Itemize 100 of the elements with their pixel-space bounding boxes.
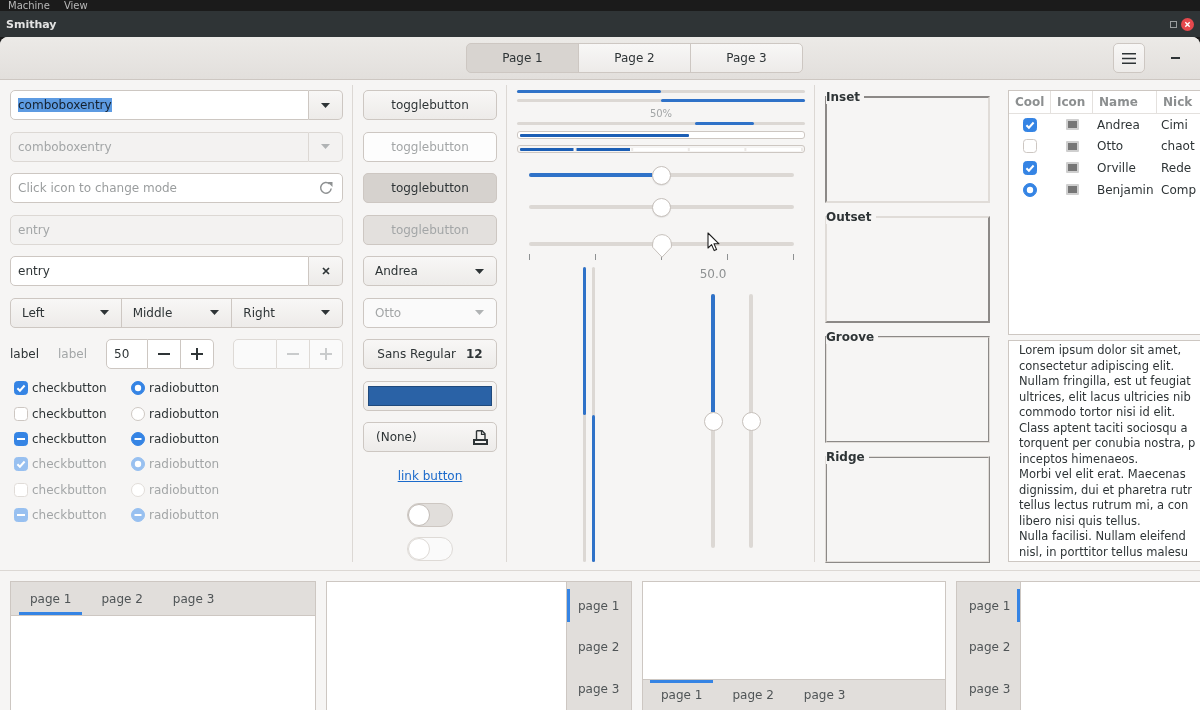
slider-thumb[interactable] (651, 234, 672, 258)
frame-label: Ridge (826, 450, 866, 464)
toggle-button[interactable]: togglebutton (363, 173, 497, 203)
slider-thumb[interactable] (652, 165, 671, 185)
decrement-button[interactable] (148, 339, 182, 369)
caret-icon (475, 268, 484, 274)
notebook-tab[interactable]: page 2 (721, 680, 785, 710)
checkbox[interactable] (1023, 139, 1037, 154)
text-line: Morbi vel elit erat. Maecenas (1019, 467, 1187, 483)
progress-text: 50% (649, 108, 673, 120)
spin-field[interactable]: 50 (106, 339, 149, 369)
page-tab[interactable]: Page 3 (690, 43, 803, 73)
radio-button[interactable]: radiobutton (131, 406, 220, 421)
refresh-icon (319, 181, 333, 195)
screen-icon (1065, 162, 1079, 174)
toggle-button[interactable]: togglebutton (363, 90, 497, 120)
dropdown-button[interactable]: Andrea (363, 256, 497, 286)
window-title: Smithay (6, 17, 57, 31)
notebook-tab[interactable]: page 2 (567, 630, 631, 664)
screen-icon (1065, 184, 1079, 196)
notebook-tab[interactable]: page 3 (957, 672, 1020, 705)
text-view[interactable] (1008, 340, 1200, 562)
scale-value: 50.0 (699, 267, 727, 281)
page-tab[interactable]: Page 2 (578, 43, 691, 73)
close-icon[interactable] (1181, 17, 1194, 31)
file-button[interactable]: (None) (363, 422, 497, 452)
notebook-tab[interactable]: page 2 (90, 582, 154, 615)
text-line: consectetur adipiscing elit. (1019, 358, 1176, 374)
text-line: dignissim, dui et pharetra rutr (1019, 482, 1194, 498)
check-button[interactable]: checkbutton (14, 431, 107, 446)
text-label: label (58, 347, 88, 361)
plus-icon (191, 348, 204, 360)
dropdown-button[interactable] (309, 90, 343, 120)
dropdown-button[interactable]: Right (231, 297, 343, 328)
screen-icon (1065, 119, 1079, 131)
text-line: inceptos himenaeos. (1019, 451, 1140, 467)
notebook-tab[interactable]: page 3 (792, 680, 857, 710)
slider-thumb[interactable] (652, 197, 671, 217)
dropdown-button[interactable]: Middle (120, 297, 233, 328)
table-cell-text: Rede (1160, 160, 1193, 177)
printer-icon (473, 429, 488, 445)
increment-button[interactable] (181, 339, 215, 369)
notebook-tab[interactable]: page 2 (957, 630, 1020, 664)
radio-button[interactable]: radiobutton (131, 431, 220, 446)
text-field[interactable]: entry (10, 256, 309, 286)
slider-thumb[interactable] (703, 411, 723, 431)
text-line: Nulla facilisi. Nullam eleifend (1019, 529, 1187, 545)
frame-label: Outset (826, 210, 873, 224)
caret-icon (99, 310, 109, 315)
table-cell-text: Cimi (1160, 116, 1189, 134)
font-name: Sans Regular (377, 347, 456, 361)
column-header[interactable]: Cool (1009, 91, 1051, 114)
text-line: ultrices, elit lacus ultricies nib (1019, 389, 1192, 405)
check-button[interactable]: checkbutton (14, 381, 107, 396)
caret-icon (475, 310, 484, 315)
menu-icon (1122, 52, 1136, 64)
minus-icon (287, 353, 299, 355)
text-line: commodo tortor nisi id elit. (1019, 405, 1177, 421)
frame-label: Inset (826, 90, 862, 104)
caret-icon (210, 310, 220, 315)
maximize-icon[interactable] (1170, 20, 1177, 28)
text-line: Lorem ipsum dolor sit amet, (1019, 343, 1183, 359)
text-line: tellus lectus rutrum mi, a con (1019, 498, 1190, 514)
minus-icon (158, 353, 171, 355)
notebook-tab[interactable]: page 3 (567, 672, 631, 705)
clear-button[interactable] (309, 256, 343, 286)
table-cell-text: chaot (1160, 138, 1196, 156)
link-button[interactable]: link button (397, 468, 463, 484)
frame-label: Groove (826, 330, 876, 344)
text-line: Class aptent taciti sociosqu a (1019, 420, 1189, 436)
toggle-switch[interactable] (407, 503, 453, 527)
screen-icon (1065, 140, 1079, 152)
column-header[interactable]: Icon (1051, 91, 1093, 114)
page-tab[interactable]: Page 1 (466, 43, 579, 73)
check-button[interactable]: checkbutton (14, 406, 107, 421)
caret-icon (321, 102, 330, 108)
caret-icon (321, 144, 330, 149)
slider-thumb[interactable] (741, 411, 761, 431)
menu-item[interactable]: Machine (8, 0, 50, 11)
text-line: nisl, in porttitor tellus malesu (1019, 544, 1190, 560)
table-cell-text: Andrea (1096, 116, 1141, 134)
checkbox[interactable] (1023, 161, 1037, 175)
font-size: 12 (466, 347, 483, 361)
radio-button[interactable]: radiobutton (131, 381, 220, 396)
text-line: Nullam fringilla, est ut feugiat (1019, 374, 1192, 390)
radio-button[interactable] (1023, 182, 1037, 197)
font-button[interactable]: Sans Regular 12 (363, 339, 497, 369)
menu-item[interactable]: View (63, 0, 88, 11)
text-line: torquent per conubia nostra, p (1019, 436, 1197, 452)
dropdown-button[interactable]: Left (10, 297, 122, 328)
column-header[interactable]: Name (1093, 91, 1157, 114)
checkbox[interactable] (1023, 117, 1037, 132)
text-line: libero nisi quis tellus. (1019, 513, 1142, 529)
text-label: label (10, 347, 40, 361)
caret-icon (321, 310, 330, 315)
combo-entry-field[interactable]: comboboxentry (10, 90, 309, 120)
mouse-pointer-icon (707, 232, 720, 252)
menu-button[interactable] (1113, 43, 1145, 73)
notebook-tab[interactable]: page 3 (161, 582, 226, 615)
table-cell-text: Comp (1160, 181, 1198, 199)
